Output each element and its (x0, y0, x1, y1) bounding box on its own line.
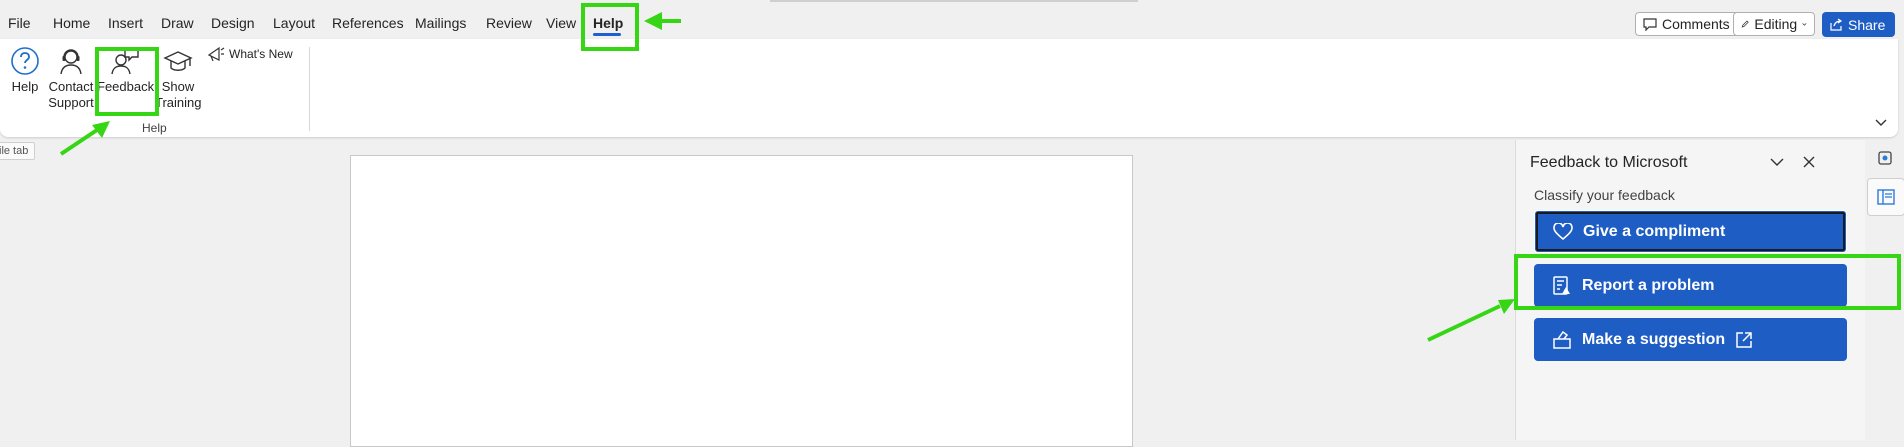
arrow-to-help-tab (644, 12, 681, 30)
annotation-arrows (59, 12, 1515, 342)
arrow-to-feedback (59, 121, 110, 156)
arrow-to-report-problem (1427, 299, 1515, 342)
